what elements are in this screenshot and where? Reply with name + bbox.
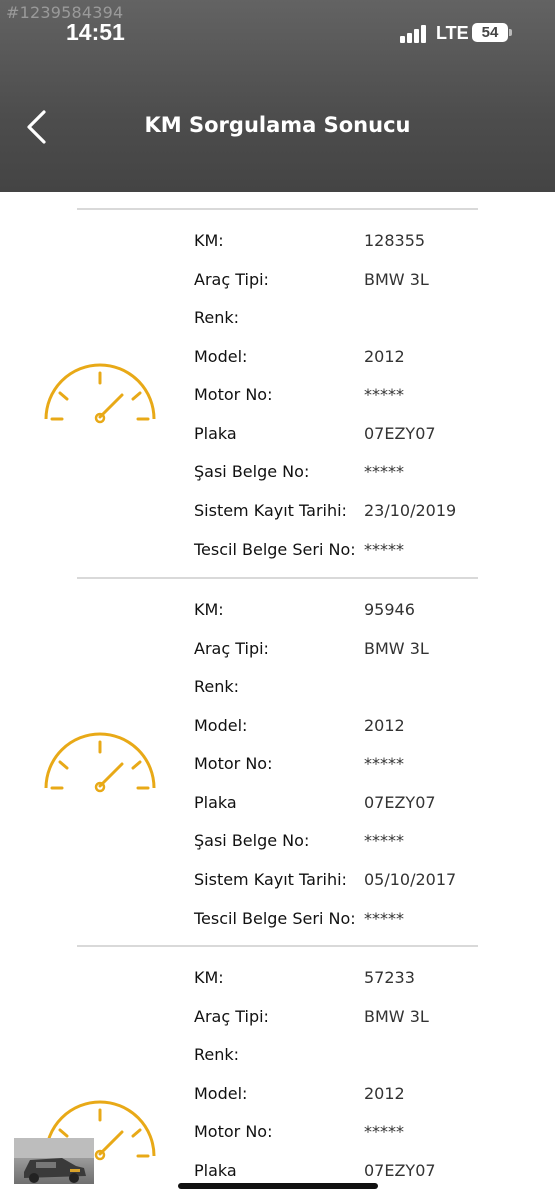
field-value: 07EZY07 <box>364 1161 436 1180</box>
field-value: ***** <box>364 754 404 773</box>
field-value: ***** <box>364 1122 404 1141</box>
field-label: Sistem Kayıt Tarihi: <box>194 501 347 520</box>
field-label: Model: <box>194 347 248 366</box>
network-label: LTE <box>436 23 469 43</box>
field-value: 57233 <box>364 968 415 987</box>
field-value: ***** <box>364 831 404 850</box>
field-label: KM: <box>194 600 224 619</box>
field-label: Motor No: <box>194 754 273 773</box>
field-value: BMW 3L <box>364 639 429 658</box>
field-label: Tescil Belge Seri No: <box>194 540 356 559</box>
field-value: 2012 <box>364 347 405 366</box>
watermark-id: #1239584394 <box>6 3 124 22</box>
field-value: ***** <box>364 909 404 928</box>
field-label: Araç Tipi: <box>194 639 269 658</box>
home-indicator <box>178 1183 378 1189</box>
record-divider <box>77 945 478 947</box>
field-value: 05/10/2017 <box>364 870 457 889</box>
battery-icon: 54 <box>472 23 508 42</box>
field-label: Motor No: <box>194 385 273 404</box>
speedometer-icon <box>44 732 156 793</box>
field-label: Araç Tipi: <box>194 1007 269 1026</box>
field-label: Tescil Belge Seri No: <box>194 909 356 928</box>
field-label: Plaka <box>194 1161 237 1180</box>
field-value: 128355 <box>364 231 426 250</box>
field-value: 07EZY07 <box>364 424 436 443</box>
field-label: Renk: <box>194 308 240 327</box>
field-label: Model: <box>194 1084 248 1103</box>
record-divider <box>77 208 478 210</box>
speedometer-icon <box>44 363 156 424</box>
page-title: KM Sorgulama Sonucu <box>144 113 411 137</box>
field-label: Şasi Belge No: <box>194 831 310 850</box>
field-value: 95946 <box>364 600 415 619</box>
car-thumbnail <box>14 1138 94 1184</box>
battery-tip <box>509 29 512 36</box>
status-time: 14:51 <box>66 19 125 45</box>
field-label: Araç Tipi: <box>194 270 269 289</box>
record-divider <box>77 577 478 579</box>
field-value: BMW 3L <box>364 270 429 289</box>
field-label: KM: <box>194 968 224 987</box>
field-value: ***** <box>364 540 404 559</box>
field-label: Plaka <box>194 793 237 812</box>
signal-strength-icon <box>400 25 430 43</box>
field-label: Motor No: <box>194 1122 273 1141</box>
field-label: Model: <box>194 716 248 735</box>
field-value: 07EZY07 <box>364 793 436 812</box>
field-value: BMW 3L <box>364 1007 429 1026</box>
field-label: Renk: <box>194 677 240 696</box>
field-label: Şasi Belge No: <box>194 462 310 481</box>
field-value: ***** <box>364 462 404 481</box>
field-label: Renk: <box>194 1045 240 1064</box>
field-value: 2012 <box>364 716 405 735</box>
field-value: 2012 <box>364 1084 405 1103</box>
field-label: Sistem Kayıt Tarihi: <box>194 870 347 889</box>
app-header: 14:51 LTE 54 KM Sorgulama Sonucu <box>0 0 555 192</box>
field-label: Plaka <box>194 424 237 443</box>
field-value: ***** <box>364 385 404 404</box>
field-value: 23/10/2019 <box>364 501 457 520</box>
field-label: KM: <box>194 231 224 250</box>
